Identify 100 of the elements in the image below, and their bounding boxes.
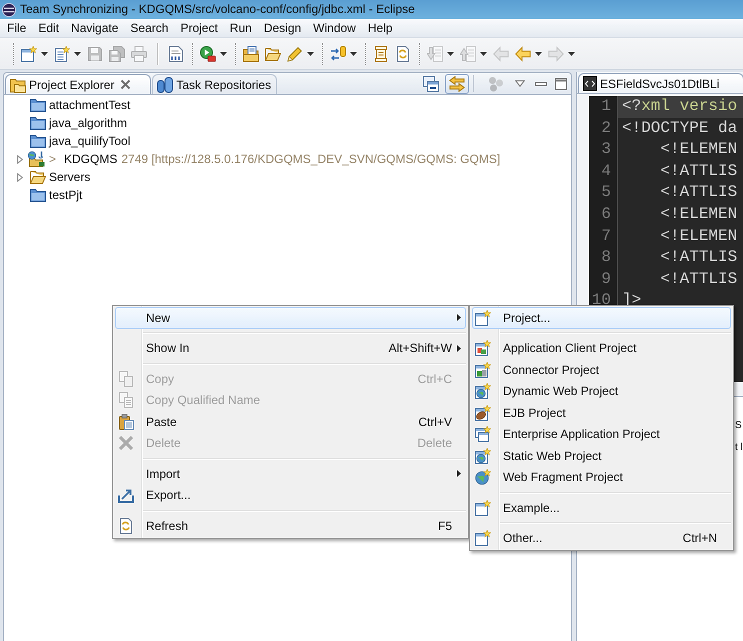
menu-item[interactable]: Other... Ctrl+N	[472, 528, 731, 549]
left-arrow-icon	[493, 46, 509, 62]
menu-item[interactable]: Web Fragment Project	[472, 466, 731, 488]
open-folder-icon	[30, 169, 46, 185]
logo-icon	[2, 2, 16, 16]
menu-item[interactable]: Edit	[32, 20, 66, 36]
tree-item[interactable]: > KDGQMS 2749 [https://128.5.0.176/KDGQMS_DEV_SVN/GQMS/GQMS: GQMS]	[4, 150, 571, 168]
toolbar-button[interactable]	[240, 44, 262, 64]
printer-icon	[131, 46, 147, 62]
code-file-icon	[583, 76, 597, 91]
code-line: <!ATTLIS	[659, 268, 738, 290]
tab[interactable]: ESFieldSvcJs01DtlBLi	[578, 73, 743, 93]
menu-item[interactable]: EJB Project	[472, 402, 731, 424]
menu-item[interactable]: Window	[307, 20, 362, 36]
menu-item[interactable]: Export...	[115, 484, 466, 506]
tree-item[interactable]: testPjt	[4, 186, 571, 204]
caret-icon	[41, 52, 48, 56]
submenu-arrow-icon	[456, 344, 460, 352]
code-line: <!ELEMEN	[659, 226, 738, 247]
tree-item[interactable]: java_algorithm	[4, 114, 571, 132]
play-toolbox-icon	[200, 46, 216, 62]
page-up-arrow-icon	[460, 46, 476, 62]
cross-icon	[118, 435, 134, 452]
triangle-down-icon[interactable]	[515, 80, 525, 87]
page-bars-icon	[168, 46, 184, 62]
tab[interactable]: S	[735, 417, 742, 435]
toolbar-button[interactable]	[197, 44, 230, 64]
submenu-arrow-icon	[456, 314, 460, 322]
minimize-icon[interactable]	[535, 82, 547, 86]
menu-item[interactable]: New	[115, 307, 466, 328]
menu-item[interactable]: Application Client Project	[472, 338, 731, 359]
caret-icon	[220, 52, 227, 56]
menu-item[interactable]: Example...	[472, 497, 731, 518]
line-number: 1	[600, 96, 612, 117]
triangle-right-icon[interactable]	[17, 172, 23, 182]
menu-item[interactable]: Paste Ctrl+V	[115, 411, 466, 432]
stacked-windows-star-icon	[475, 426, 491, 442]
folder-icon	[30, 97, 46, 113]
clipboard-icon	[118, 414, 134, 430]
menu-item[interactable]: Navigate	[65, 20, 124, 36]
page-arrows-icon	[395, 46, 411, 62]
scroll-icon	[373, 46, 389, 62]
menu-item[interactable]: Enterprise Application Project	[472, 424, 731, 445]
tree-item[interactable]: Servers	[4, 168, 571, 186]
code-line: <!ATTLIS	[659, 182, 738, 204]
open-folder-icon	[265, 46, 281, 62]
code-line: <!DOCTYPE da	[621, 118, 738, 139]
cylinders-icon	[157, 76, 174, 92]
page-down-arrow-icon	[427, 46, 443, 62]
line-number: 2	[600, 118, 612, 139]
caret-icon	[447, 52, 454, 56]
code-line: <!ATTLIS	[659, 247, 738, 268]
code-line: <!ELEMEN	[659, 204, 738, 225]
left-arrow-icon	[515, 46, 531, 62]
toolbar-button[interactable]	[18, 44, 51, 64]
menu-item[interactable]: Run	[224, 20, 258, 36]
folder-page-icon	[243, 46, 259, 62]
caret-icon	[307, 52, 314, 56]
menu-item[interactable]: File	[1, 20, 32, 36]
caret-icon	[568, 52, 575, 56]
tree-item[interactable]: attachmentTest	[4, 96, 571, 114]
menu-item[interactable]: Show In Alt+Shift+W	[115, 338, 466, 359]
line-number: 4	[600, 160, 612, 182]
menu-item[interactable]: Help	[362, 20, 399, 36]
page-arrows-icon	[118, 518, 134, 534]
menu-item[interactable]: Project...	[472, 307, 731, 328]
pen-icon	[287, 46, 303, 62]
folder-badges-icon	[27, 151, 45, 167]
menu-item[interactable]: Connector Project	[472, 359, 731, 380]
maximize-icon[interactable]	[555, 78, 567, 90]
window-title: Team Synchronizing - KDGQMS/src/volcano-conf/config/jdbc.xml - Eclipse	[20, 2, 415, 17]
folder-icon	[30, 187, 46, 203]
caret-icon	[535, 52, 542, 56]
swap-arrows-icon	[449, 76, 465, 92]
floppy-icon	[87, 46, 103, 62]
caret-icon	[350, 52, 357, 56]
folder-icon	[30, 115, 46, 131]
line-number: 8	[600, 247, 612, 268]
window-minus-icon	[423, 76, 439, 92]
menu-item[interactable]: Project	[174, 20, 224, 36]
menu-item[interactable]: Search	[124, 20, 174, 36]
folder-icon	[30, 133, 46, 149]
menu-item[interactable]: Static Web Project	[472, 445, 731, 466]
panel-text: t l	[735, 441, 743, 455]
submenu-arrow-icon	[456, 470, 460, 478]
tab[interactable]: Task Repositories	[152, 74, 278, 94]
close-icon[interactable]	[120, 79, 132, 90]
tray-arrow-icon	[118, 487, 134, 504]
tab[interactable]: Project Explorer	[5, 74, 152, 94]
menu-item[interactable]: Design	[258, 20, 308, 36]
menu-item[interactable]: Import	[115, 463, 466, 484]
line-number: 3	[600, 139, 612, 160]
floppies-icon	[109, 46, 125, 62]
triangle-right-icon[interactable]	[17, 154, 23, 164]
menu-item[interactable]: Dynamic Web Project	[472, 380, 731, 402]
menu-item[interactable]: Refresh F5	[115, 515, 466, 536]
line-number: 7	[600, 226, 612, 247]
tree-item[interactable]: java_quilifyTool	[4, 132, 571, 150]
caret-icon	[74, 52, 81, 56]
toolbar-button[interactable]	[445, 74, 469, 94]
